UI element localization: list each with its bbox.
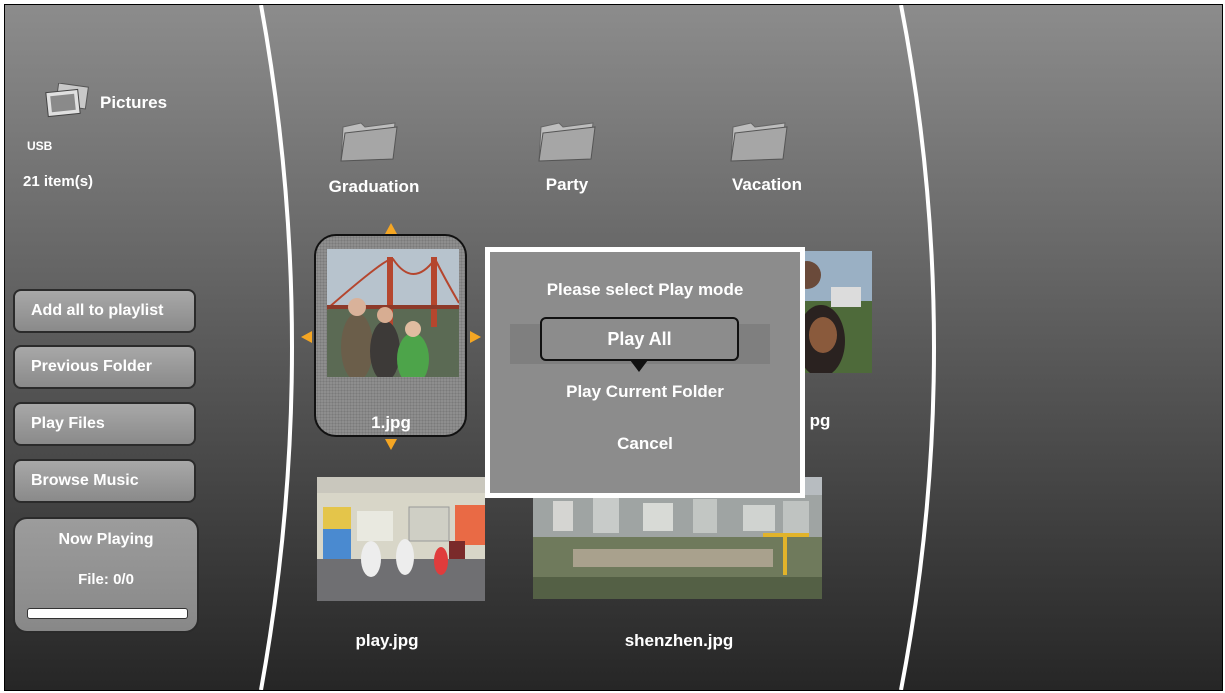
photo-thumbnail-bridge[interactable] (327, 249, 459, 377)
media-browser-screen: Pictures USB 21 item(s) Add all to playl… (4, 4, 1223, 691)
browse-music-button[interactable]: Browse Music (13, 459, 196, 503)
play-files-button[interactable]: Play Files (13, 402, 196, 446)
cancel-button[interactable]: Cancel (490, 434, 800, 454)
folder-label-vacation[interactable]: Vacation (687, 175, 847, 195)
now-playing-title: Now Playing (58, 531, 154, 548)
photo-thumbnail-play[interactable] (317, 477, 485, 601)
photo-thumbnail-friends[interactable] (801, 251, 872, 373)
folder-icon[interactable] (537, 117, 597, 163)
play-mode-dialog: Please select Play mode Play All Play Cu… (485, 247, 805, 498)
source-label: USB (27, 139, 53, 153)
folder-label-graduation[interactable]: Graduation (294, 177, 454, 197)
file-label-play-jpg[interactable]: play.jpg (317, 631, 457, 651)
play-all-button[interactable]: Play All (540, 317, 739, 361)
section-title: Pictures (100, 93, 168, 112)
pictures-icon (43, 82, 91, 123)
play-current-folder-button[interactable]: Play Current Folder (490, 382, 800, 402)
selection-pointer-icon (630, 360, 648, 372)
file-label-shenzhen-jpg[interactable]: shenzhen.jpg (599, 631, 759, 651)
previous-folder-button[interactable]: Previous Folder (13, 345, 196, 389)
arrow-left-icon[interactable] (301, 331, 312, 343)
now-playing-file: File: 0/0 (78, 571, 134, 588)
file-label-1-jpg[interactable]: 1.jpg (335, 413, 447, 433)
folder-icon[interactable] (339, 117, 399, 163)
arrow-right-icon[interactable] (470, 331, 481, 343)
dialog-title: Please select Play mode (546, 280, 744, 299)
arrow-down-icon[interactable] (385, 439, 397, 450)
item-count: 21 item(s) (23, 173, 94, 190)
folder-label-party[interactable]: Party (487, 175, 647, 195)
file-label-partial[interactable]: pg (805, 411, 835, 431)
arrow-up-icon[interactable] (385, 223, 397, 234)
add-all-to-playlist-button[interactable]: Add all to playlist (13, 289, 196, 333)
now-playing-progress-bar (27, 608, 188, 619)
now-playing-panel: Now Playing File: 0/0 (13, 517, 199, 633)
folder-icon[interactable] (729, 117, 789, 163)
